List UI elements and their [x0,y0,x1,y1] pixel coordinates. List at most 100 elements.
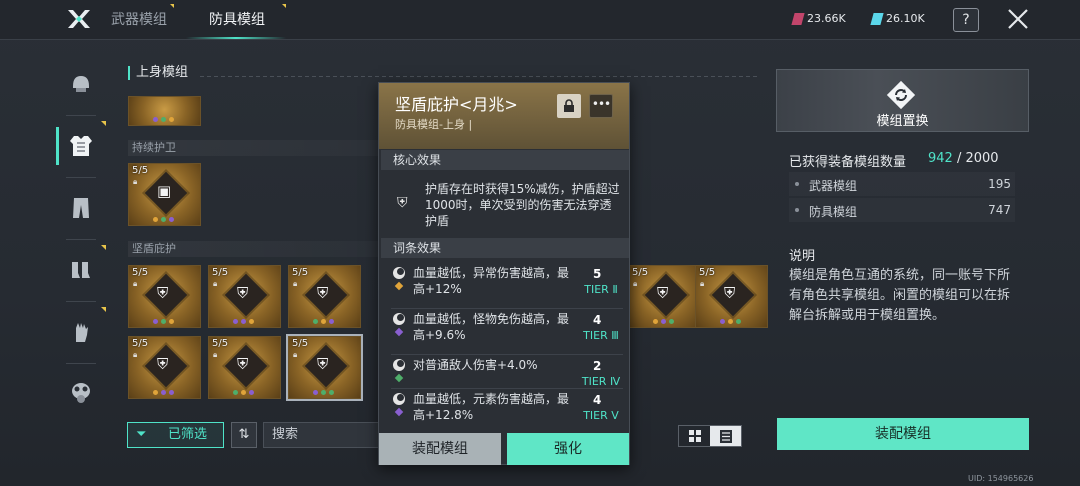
gas-mask-icon [72,383,90,403]
shield-module-icon: ⛨ [157,284,169,302]
new-mark [101,307,106,312]
attribute-text: 对普通敌人伤害+4.0% [413,358,538,372]
lock-icon: 🔒︎ [293,350,298,359]
game-logo-icon [68,10,90,28]
gem-icon [394,327,404,337]
module-count: 5/5 [632,267,649,278]
module-card[interactable]: 5/5 🔒︎ ⛨ [128,265,201,328]
popup-equip-button[interactable]: 装配模组 [379,433,501,465]
shield-module-icon: ⛨ [157,355,169,373]
shield-module-icon: ⛨ [317,284,329,302]
tab-armor-modules[interactable]: 防具模组 [209,0,265,40]
module-card[interactable]: 5/5 🔒︎ ⛨ [628,265,701,328]
chest-module-icon: ▣ [157,182,172,200]
pants-icon [73,198,89,218]
sidebar-item-helmet[interactable] [56,59,106,109]
description-heading: 说明 [789,249,816,264]
new-mark [101,121,106,126]
crescent-icon [393,267,405,279]
popup-header: 坚盾庇护<月兆> 防具模组-上身 | ••• [379,83,629,149]
lock-icon: 🔒︎ [293,279,298,288]
top-bar: 武器模组 防具模组 23.66K 26.10K ? [0,0,1080,40]
sort-button[interactable]: ⇅ [231,422,257,448]
more-options-button[interactable]: ••• [589,94,613,118]
module-replace-card[interactable]: 模组置换 [776,69,1029,132]
crescent-icon [393,393,405,405]
rarity-dots [313,390,334,395]
swap-cycle-icon [886,80,916,110]
filter-button[interactable]: ⏷ 已筛选 [127,422,224,448]
currency-teal-crystal[interactable]: 26.10K [870,12,925,25]
lock-icon: 🔒︎ [700,279,705,288]
module-card[interactable]: 5/5 🔒︎ ⛨ [128,336,201,399]
help-button[interactable]: ? [953,8,979,32]
boots-icon [72,262,90,278]
lock-icon: 🔒︎ [633,279,638,288]
shield-module-icon: ⛨ [724,284,736,302]
owned-total: / 2000 [956,151,999,166]
stat-label: 武器模组 [809,179,858,193]
list-view-button[interactable] [710,426,741,446]
module-name: 坚盾庇护<月兆> [395,95,518,114]
sidebar-item-chest[interactable] [56,121,106,171]
owned-modules-title: 已获得装备模组数量 [789,155,907,170]
active-tab-indicator [186,37,286,39]
module-card[interactable]: 5/5 🔒︎ ⛨ [208,336,281,399]
equip-module-button[interactable]: 装配模组 [777,418,1029,450]
module-count: 5/5 [132,338,149,349]
list-icon [719,429,732,443]
attribute-level: 2 [593,359,602,373]
red-crystal-icon [791,12,805,25]
attribute-row: 血量越低，元素伤害越高，最高+12.8% 4 TIER Ⅴ [381,391,629,435]
core-effect-header: 核心效果 [381,150,629,170]
user-id: UID: 154965626 [968,474,1034,483]
filter-icon: ⏷ [136,427,147,442]
lock-icon [564,99,574,112]
sidebar-item-gloves[interactable] [56,307,106,357]
module-replace-label: 模组置换 [876,114,929,129]
teal-crystal-icon [870,12,884,25]
module-detail-popup: 坚盾庇护<月兆> 防具模组-上身 | ••• 核心效果 ⛨ 护盾存在时获得15%… [378,82,630,465]
module-card[interactable]: 5/5 🔒︎ ⛨ [288,265,361,328]
shield-module-icon: ⛨ [317,355,329,373]
sort-icon: ⇅ [238,427,250,442]
module-count: 5/5 [132,165,149,176]
sidebar-item-pants[interactable] [56,183,106,233]
shield-module-icon: ⛨ [237,284,249,302]
module-card[interactable]: 5/5 🔒︎ ⛨ [208,265,281,328]
view-mode-toggle [678,425,742,447]
equipment-slot-rail [56,55,106,415]
tab-weapon-modules[interactable]: 武器模组 [111,0,167,40]
lock-button[interactable] [557,94,581,118]
attribute-tier: TIER Ⅴ [583,409,619,422]
tab-armor-new-mark [282,4,286,8]
upgrade-button[interactable]: 强化 [507,433,629,465]
rarity-dots [653,319,674,324]
lock-icon: 🔒︎ [213,350,218,359]
close-icon[interactable] [1006,7,1030,31]
rarity-dots [153,319,174,324]
module-card[interactable]: 5/5 🔒︎ ▣ [128,163,201,226]
sidebar-item-boots[interactable] [56,245,106,295]
gem-icon [394,373,404,383]
module-card-selected[interactable]: 5/5 🔒︎ ⛨ [286,334,363,401]
attribute-tier: TIER Ⅳ [581,375,621,388]
gem-icon [394,407,404,417]
search-input[interactable]: 搜索 [263,422,393,448]
grid-icon [688,430,701,442]
currency-red-crystal[interactable]: 23.66K [791,12,846,25]
owned-modules-count: 942 / 2000 [928,151,999,166]
grid-view-button[interactable] [679,426,710,446]
module-card[interactable]: 5/5 🔒︎ ⛨ [695,265,768,328]
attribute-row: 对普通敌人伤害+4.0% 2 TIER Ⅳ [381,357,629,389]
title-divider [200,76,760,77]
stat-value: 195 [988,177,1011,191]
currency-red-value: 23.66K [807,12,846,25]
gem-icon [394,281,404,291]
sidebar-item-mask[interactable] [56,367,106,417]
module-card-partial[interactable] [128,96,201,126]
stat-row-armor: 防具模组 747 [789,198,1015,222]
target-icon [393,359,405,371]
module-count: 5/5 [699,267,716,278]
module-count: 5/5 [212,267,229,278]
